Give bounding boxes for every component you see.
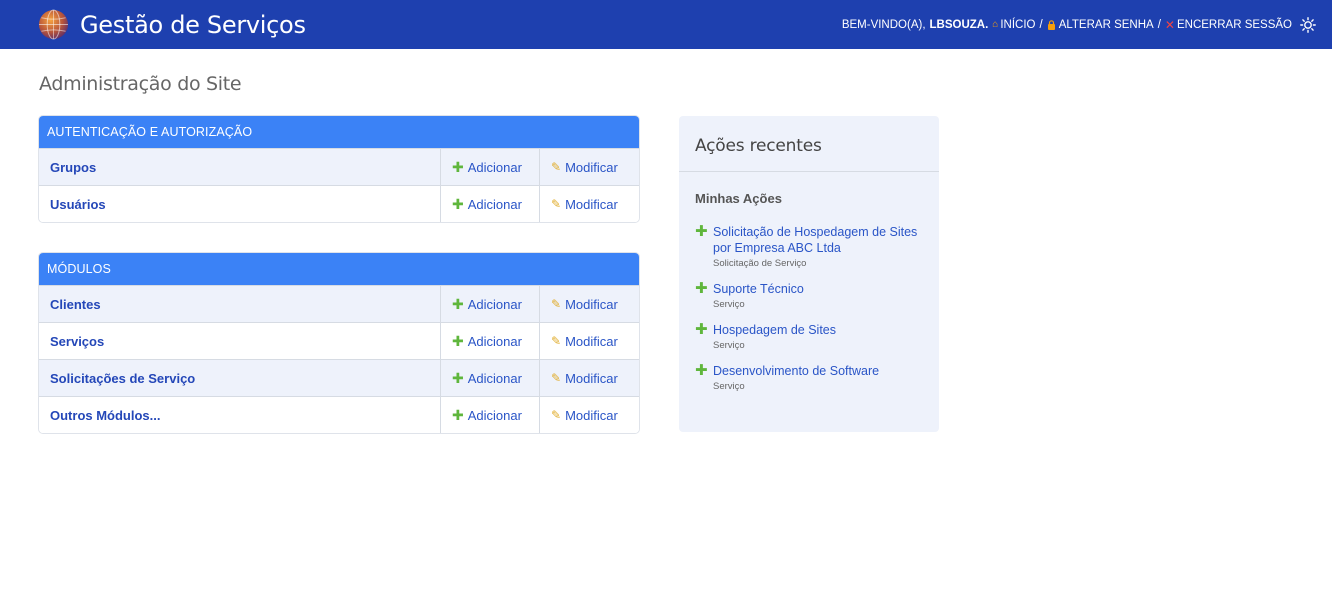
my-actions-subtitle: Minhas Ações xyxy=(695,191,782,206)
model-link-clientes[interactable]: Clientes xyxy=(39,286,440,322)
pencil-icon: ✎ xyxy=(551,371,562,385)
table-row: Grupos ✚ Adicionar ✎ Modificar xyxy=(39,148,639,185)
plus-icon: ✚ xyxy=(695,223,708,240)
site-header: Gestão de Serviços BEM-VINDO(A), LBSOUZA… xyxy=(0,0,1332,49)
plus-icon: ✚ xyxy=(695,321,708,338)
model-link-usuarios[interactable]: Usuários xyxy=(39,186,440,222)
pencil-icon: ✎ xyxy=(551,297,562,311)
recent-action-link[interactable]: Hospedagem de Sites xyxy=(713,322,836,338)
plus-icon: ✚ xyxy=(452,295,464,312)
add-label: Adicionar xyxy=(467,407,522,423)
change-password-link[interactable]: ALTERAR SENHA xyxy=(1047,19,1154,31)
model-link-outros[interactable]: Outros Módulos... xyxy=(39,397,440,433)
add-button[interactable]: ✚ Adicionar xyxy=(440,186,539,222)
recent-actions-title: Ações recentes xyxy=(679,116,939,172)
home-icon: ⌂ xyxy=(992,19,999,30)
logout-link[interactable]: ✕ ENCERRAR SESSÃO xyxy=(1165,18,1292,32)
add-button[interactable]: ✚ Adicionar xyxy=(440,149,539,185)
pencil-icon: ✎ xyxy=(551,160,562,174)
table-row: Solicitações de Serviço ✚ Adicionar ✎ Mo… xyxy=(39,359,639,396)
model-link-servicos[interactable]: Serviços xyxy=(39,323,440,359)
change-button[interactable]: ✎ Modificar xyxy=(539,397,639,433)
table-row: Serviços ✚ Adicionar ✎ Modificar xyxy=(39,322,639,359)
model-link-grupos[interactable]: Grupos xyxy=(39,149,440,185)
table-row: Clientes ✚ Adicionar ✎ Modificar xyxy=(39,285,639,322)
recent-action-link[interactable]: Suporte Técnico xyxy=(713,281,804,297)
change-button[interactable]: ✎ Modificar xyxy=(539,149,639,185)
add-label: Adicionar xyxy=(467,296,522,312)
module-header[interactable]: MÓDULOS xyxy=(39,253,639,285)
change-button[interactable]: ✎ Modificar xyxy=(539,286,639,322)
sun-icon[interactable] xyxy=(1300,16,1316,33)
username: LBSOUZA. xyxy=(929,18,989,31)
change-button[interactable]: ✎ Modificar xyxy=(539,323,639,359)
recent-actions-panel: Ações recentes Minhas Ações ✚ Solicitaçã… xyxy=(679,116,939,432)
home-link-label: INÍCIO xyxy=(1000,18,1036,31)
pencil-icon: ✎ xyxy=(551,197,562,211)
plus-icon: ✚ xyxy=(452,332,464,349)
logout-label: ENCERRAR SESSÃO xyxy=(1176,18,1292,31)
add-button[interactable]: ✚ Adicionar xyxy=(440,397,539,433)
recent-action-type: Serviço xyxy=(713,340,745,351)
plus-icon: ✚ xyxy=(452,158,464,175)
change-label: Modificar xyxy=(565,196,618,212)
plus-icon: ✚ xyxy=(452,369,464,386)
add-label: Adicionar xyxy=(467,196,522,212)
add-button[interactable]: ✚ Adicionar xyxy=(440,286,539,322)
x-icon: ✕ xyxy=(1164,17,1175,32)
welcome-text: BEM-VINDO(A), xyxy=(841,18,926,31)
recent-action-link[interactable]: Solicitação de Hospedagem de Sites por E… xyxy=(713,224,923,256)
list-item: ✚ Suporte Técnico Serviço xyxy=(695,281,923,310)
user-tools: BEM-VINDO(A), LBSOUZA. ⌂ INÍCIO / ALTERA… xyxy=(841,16,1316,33)
plus-icon: ✚ xyxy=(695,280,708,297)
page-title: Administração do Site xyxy=(39,73,242,95)
module-header[interactable]: AUTENTICAÇÃO E AUTORIZAÇÃO xyxy=(39,116,639,148)
module-auth: AUTENTICAÇÃO E AUTORIZAÇÃO Grupos ✚ Adic… xyxy=(39,116,639,222)
table-row: Outros Módulos... ✚ Adicionar ✎ Modifica… xyxy=(39,396,639,433)
plus-icon: ✚ xyxy=(695,362,708,379)
add-label: Adicionar xyxy=(467,159,522,175)
plus-icon: ✚ xyxy=(452,406,464,423)
change-button[interactable]: ✎ Modificar xyxy=(539,186,639,222)
separator: / xyxy=(1157,18,1161,31)
home-link[interactable]: ⌂ INÍCIO xyxy=(992,19,1035,31)
pencil-icon: ✎ xyxy=(551,408,562,422)
change-label: Modificar xyxy=(565,296,618,312)
add-button[interactable]: ✚ Adicionar xyxy=(440,323,539,359)
change-label: Modificar xyxy=(565,333,618,349)
add-label: Adicionar xyxy=(467,333,522,349)
recent-action-type: Serviço xyxy=(713,381,745,392)
separator: / xyxy=(1039,18,1043,31)
module-modulos: MÓDULOS Clientes ✚ Adicionar ✎ Modificar… xyxy=(39,253,639,433)
model-link-solicitacoes[interactable]: Solicitações de Serviço xyxy=(39,360,440,396)
add-button[interactable]: ✚ Adicionar xyxy=(440,360,539,396)
recent-action-type: Serviço xyxy=(713,299,745,310)
change-label: Modificar xyxy=(565,370,618,386)
add-label: Adicionar xyxy=(467,370,522,386)
change-label: Modificar xyxy=(565,407,618,423)
table-row: Usuários ✚ Adicionar ✎ Modificar xyxy=(39,185,639,222)
recent-actions-list: ✚ Solicitação de Hospedagem de Sites por… xyxy=(679,206,939,392)
lock-icon xyxy=(1047,19,1055,30)
plus-icon: ✚ xyxy=(452,195,464,212)
list-item: ✚ Desenvolvimento de Software Serviço xyxy=(695,363,923,392)
globe-logo-icon xyxy=(38,9,69,40)
list-item: ✚ Hospedagem de Sites Serviço xyxy=(695,322,923,351)
pencil-icon: ✎ xyxy=(551,334,562,348)
recent-action-link[interactable]: Desenvolvimento de Software xyxy=(713,363,879,379)
list-item: ✚ Solicitação de Hospedagem de Sites por… xyxy=(695,224,923,269)
recent-action-type: Solicitação de Serviço xyxy=(713,258,807,269)
change-label: Modificar xyxy=(565,159,618,175)
change-password-label: ALTERAR SENHA xyxy=(1058,18,1154,31)
site-title[interactable]: Gestão de Serviços xyxy=(80,11,306,39)
change-button[interactable]: ✎ Modificar xyxy=(539,360,639,396)
brand[interactable]: Gestão de Serviços xyxy=(38,9,306,40)
